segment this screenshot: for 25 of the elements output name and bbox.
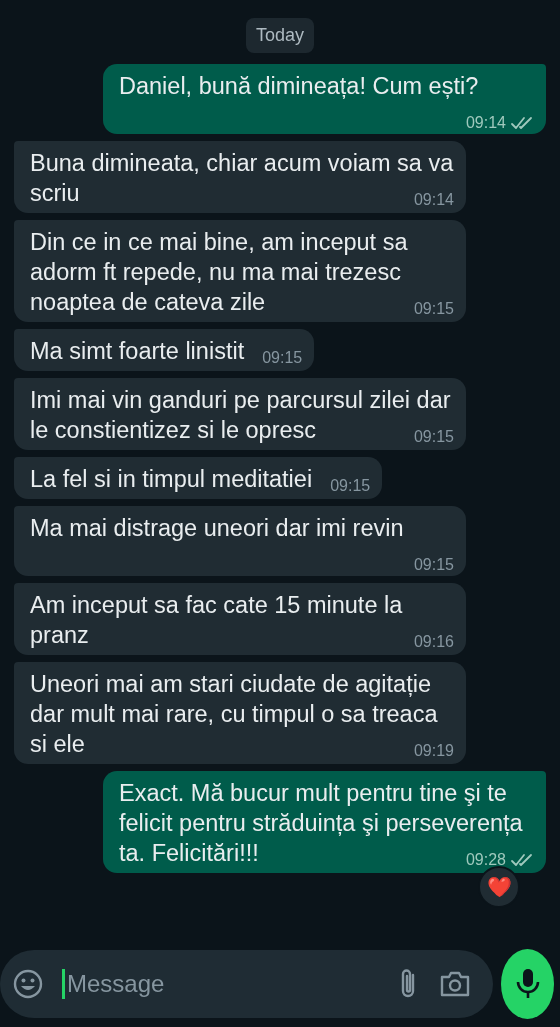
message-bubble[interactable]: Din ce in ce mai bine, am inceput sa adorm ft repede, nu ma mai trezesc noaptea de cateva zile 09:15 [14,220,466,322]
message-bubble[interactable]: Ma simt foarte linistit 09:15 [14,329,315,371]
message-time: 09:19 [413,741,454,761]
message-bubble[interactable]: Am inceput sa fac cate 15 minute la pranz 09:16 [14,583,466,655]
message-bubble[interactable]: Uneori mai am stari ciudate de agitație dar mult mai rare, cu timpul o sa treaca si ele 09:19 [14,662,466,764]
message-time: 09:16 [413,632,454,652]
camera-icon[interactable] [439,970,471,998]
emoji-icon[interactable] [12,968,44,1000]
message-field[interactable]: Message [0,950,493,1018]
message-time: 09:15 [413,299,454,319]
message-time: 09:15 [413,555,454,575]
message-bubble[interactable]: Buna dimineata, chiar acum voiam sa va scriu 09:14 [14,141,466,213]
reaction[interactable]: ❤ [478,866,520,908]
message-time: 09:15 [330,476,371,496]
message-time: 09:15 [262,348,303,368]
message-bubble[interactable]: Exact. Mă bucur mult pentru tine şi te felicit pentru străduința şi perseverența ta. Felicitări!!! 09:28 [103,771,546,873]
message-bubble[interactable]: Ma mai distrage uneori dar imi revin 09:15 [14,506,466,576]
message-bubble[interactable]: Imi mai vin ganduri pe parcursul zilei dar le constientizez si le opresc 09:15 [14,378,466,450]
message-bubble[interactable]: La fel si in timpul meditatiei 09:15 [14,457,383,499]
message-time: 09:14 [413,190,454,210]
date-chip: Today [245,18,314,53]
message-bubble[interactable]: Daniel, bună dimineața! Cum ești? 09:14 [103,64,546,134]
message-input[interactable]: Message [62,969,379,999]
message-time: 09:15 [413,427,454,447]
message-time: 09:14 [465,113,506,133]
